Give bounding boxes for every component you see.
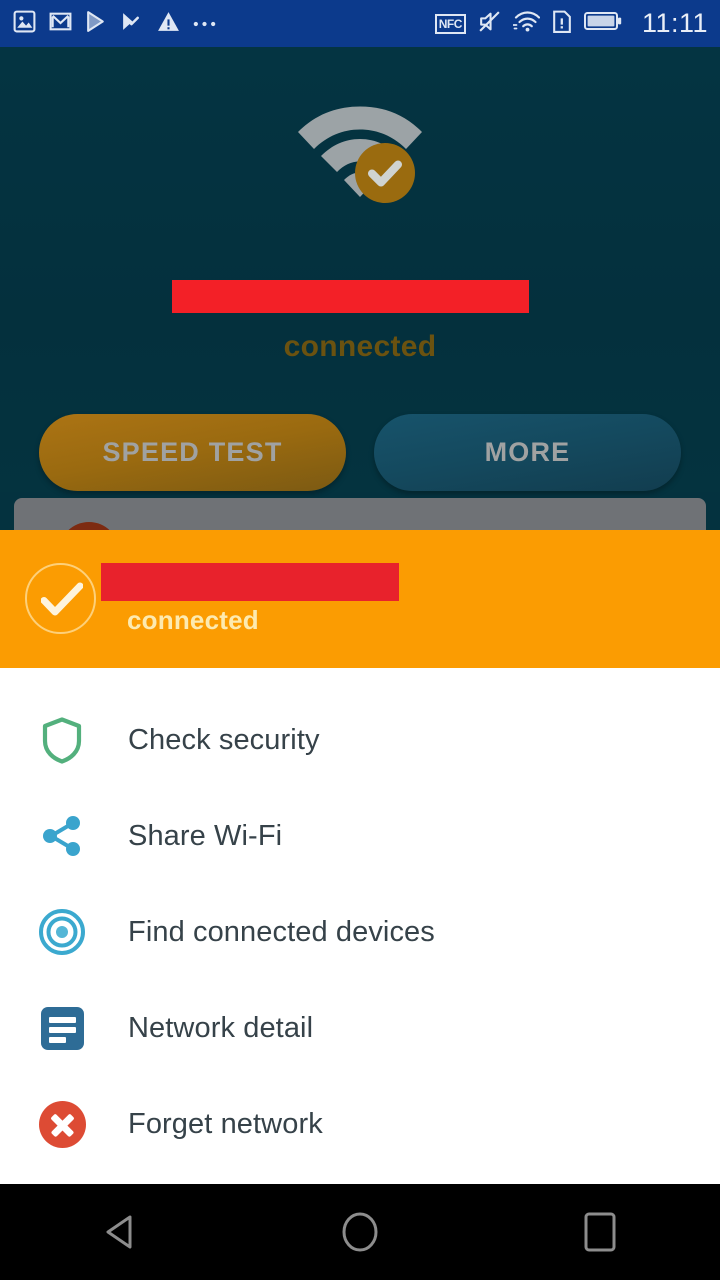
network-actions-menu: Check security Share Wi-Fi Find connecte… [0, 668, 720, 1184]
check-circle-icon [25, 563, 96, 634]
hero-connection-status: connected [283, 330, 437, 363]
menu-item-label: Check security [128, 723, 320, 756]
android-nav-bar [0, 1184, 720, 1280]
more-dots-icon [192, 15, 217, 33]
radar-target-icon [34, 904, 90, 960]
battery-icon [583, 11, 622, 36]
tasks-check-icon [120, 9, 145, 39]
error-circle-x-icon [34, 1096, 90, 1152]
menu-item-label: Forget network [128, 1107, 323, 1140]
menu-item-forget-network[interactable]: Forget network [0, 1076, 720, 1172]
play-store-icon [84, 9, 109, 39]
wifi-icon [512, 10, 541, 37]
menu-item-label: Network detail [128, 1011, 314, 1044]
document-lines-icon [34, 1000, 90, 1056]
speed-test-button[interactable]: SPEED TEST [39, 414, 346, 491]
recents-square-icon[interactable] [525, 1184, 675, 1280]
more-button[interactable]: MORE [374, 414, 681, 491]
menu-item-share-wifi[interactable]: Share Wi-Fi [0, 788, 720, 884]
home-circle-icon[interactable] [285, 1184, 435, 1280]
menu-item-find-connected-devices[interactable]: Find connected devices [0, 884, 720, 980]
status-bar-notifications [12, 9, 217, 39]
hero-action-buttons: SPEED TEST MORE [0, 414, 720, 491]
sheet-connection-status: connected [127, 605, 259, 635]
wifi-status-hero: connected SPEED TEST MORE [0, 47, 720, 492]
sim-alert-icon [551, 9, 573, 39]
nfc-icon: NFC [434, 13, 466, 34]
wifi-connected-check-icon [290, 105, 430, 214]
photos-icon [12, 9, 37, 39]
status-bar: NFC 11:11 [0, 0, 720, 47]
menu-item-label: Find connected devices [128, 915, 435, 948]
share-icon [34, 808, 90, 864]
shield-icon [34, 712, 90, 768]
error-circle-x-glyph [38, 1100, 86, 1148]
phone-screen: NFC 11:11 connected SPEED TEST MORE conn… [0, 0, 720, 1280]
menu-item-label: Share Wi-Fi [128, 819, 283, 852]
ssid-redaction-bar-sheet [101, 563, 399, 601]
warning-triangle-icon [156, 9, 181, 39]
menu-item-network-detail[interactable]: Network detail [0, 980, 720, 1076]
status-bar-clock: 11:11 [641, 8, 708, 38]
ssid-redaction-bar-hero [172, 280, 529, 313]
menu-item-check-security[interactable]: Check security [0, 692, 720, 788]
gmail-icon [48, 9, 73, 39]
status-bar-system: NFC 11:11 [434, 8, 708, 39]
back-triangle-icon[interactable] [45, 1184, 195, 1280]
volume-mute-icon [477, 9, 502, 39]
document-lines-glyph [40, 1006, 84, 1050]
